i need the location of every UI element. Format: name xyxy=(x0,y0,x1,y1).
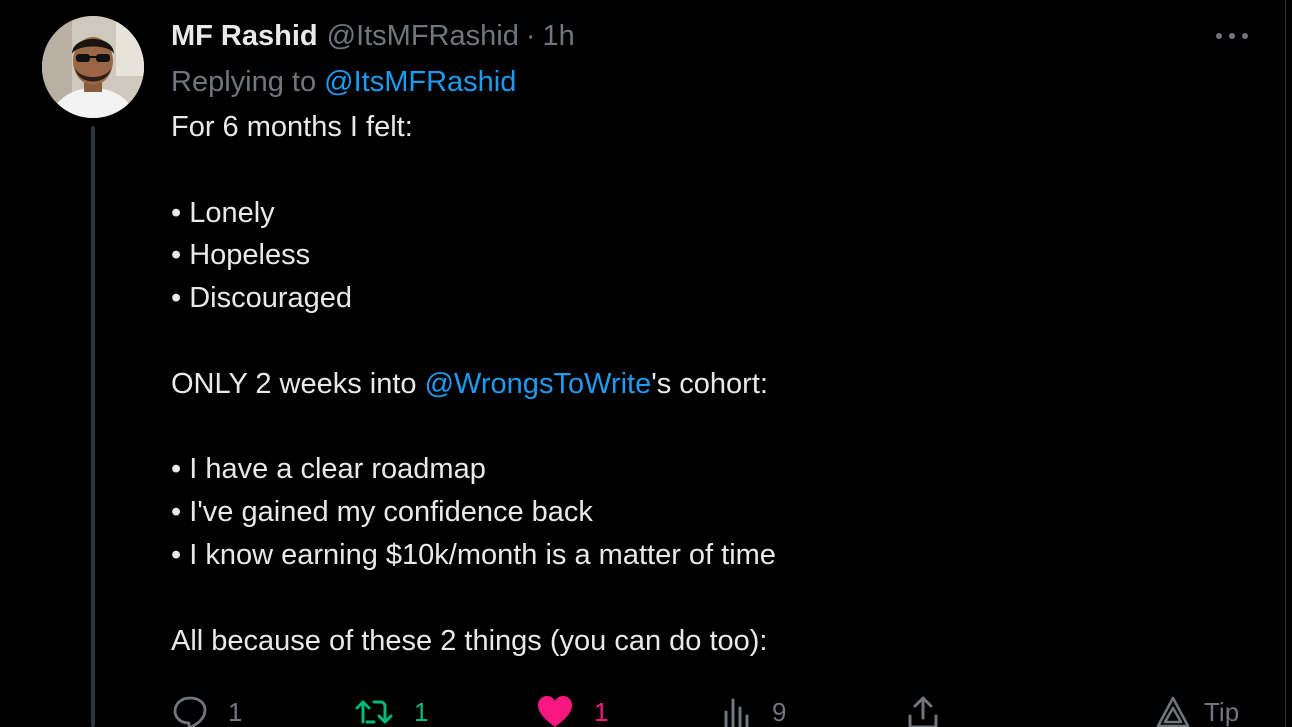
tweet-text-segment: 's cohort: xyxy=(651,367,768,400)
tweet-timestamp[interactable]: 1h xyxy=(543,20,575,53)
bullet-item: • I have a clear roadmap xyxy=(171,453,486,486)
tip-label: Tip xyxy=(1204,696,1240,727)
thread-line xyxy=(91,126,95,727)
replying-handle-link[interactable]: @ItsMFRashid xyxy=(324,66,516,98)
author-name[interactable]: MF Rashid xyxy=(171,20,318,53)
retweet-count: 1 xyxy=(414,696,429,727)
reply-count: 1 xyxy=(228,696,243,727)
retweet-button[interactable]: 1 xyxy=(354,694,428,727)
tweet-text-segment: ONLY 2 weeks into xyxy=(171,367,425,400)
tweet-content: MF Rashid @ItsMFRashid · 1h Replying to … xyxy=(171,14,1241,662)
views-icon xyxy=(724,698,749,727)
tweet-line: ONLY 2 weeks into @WrongsToWrite's cohor… xyxy=(171,363,1241,406)
like-count: 1 xyxy=(594,696,609,727)
tweet-line: For 6 months I felt: xyxy=(171,111,413,143)
header-separator: · xyxy=(525,19,536,52)
bullet-item: • I've gained my confidence back xyxy=(171,496,593,529)
retweet-icon xyxy=(355,700,393,724)
more-dot xyxy=(1242,33,1248,39)
tweet-line: All because of these 2 things (you can d… xyxy=(171,624,768,657)
reply-button[interactable]: 1 xyxy=(172,694,242,727)
mention-link[interactable]: @WrongsToWrite xyxy=(425,368,652,400)
more-dot xyxy=(1216,33,1222,39)
right-border xyxy=(1285,0,1286,727)
replying-label: Replying to xyxy=(171,66,317,98)
more-dot xyxy=(1229,33,1235,39)
bullet-item: • I know earning $10k/month is a matter … xyxy=(171,538,776,571)
views-count: 9 xyxy=(772,696,787,727)
tip-button[interactable]: Tip xyxy=(1156,694,1239,727)
reply-icon xyxy=(173,696,207,727)
bullet-item: • Discouraged xyxy=(171,282,353,315)
tip-icon xyxy=(1156,696,1190,727)
heart-icon xyxy=(538,696,572,727)
replying-to: Replying to @ItsMFRashid xyxy=(171,58,1241,106)
bullet-item: • Lonely xyxy=(171,196,275,229)
like-button[interactable]: 1 xyxy=(536,694,608,727)
tweet-text: For 6 months I felt: • Lonely • Hopeless… xyxy=(171,106,1241,662)
more-options-button[interactable] xyxy=(1214,24,1250,48)
avatar-image xyxy=(42,16,144,118)
tweet-header: MF Rashid @ItsMFRashid · 1h xyxy=(171,14,1241,58)
share-button[interactable] xyxy=(906,694,940,727)
share-icon xyxy=(908,696,938,727)
avatar[interactable] xyxy=(42,16,144,118)
views-button[interactable]: 9 xyxy=(722,694,786,727)
tweet-actions: 1 1 1 9 Tip xyxy=(0,694,1292,727)
author-handle[interactable]: @ItsMFRashid xyxy=(327,20,519,53)
bullet-item: • Hopeless xyxy=(171,239,311,272)
